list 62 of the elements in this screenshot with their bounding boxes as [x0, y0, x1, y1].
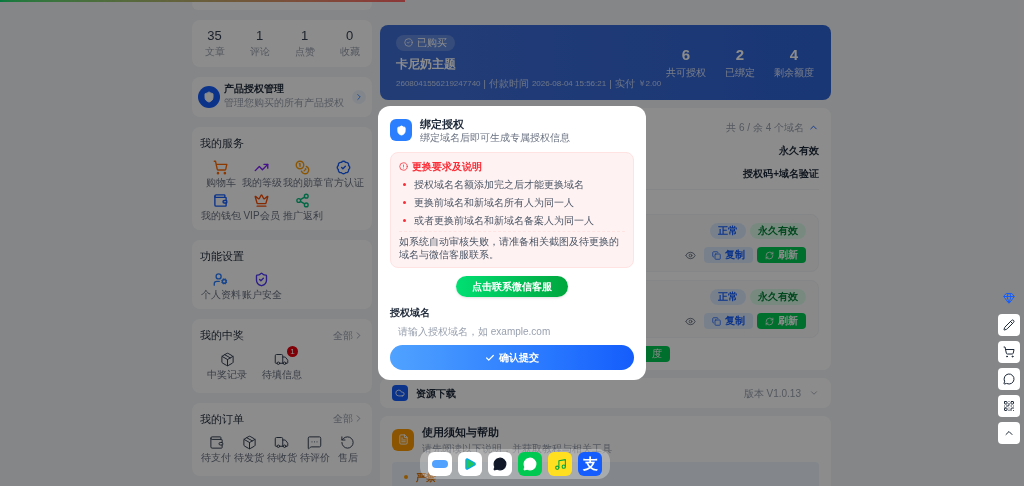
stat-value: 0	[345, 28, 354, 44]
stat-value: 1	[300, 28, 309, 44]
submit-button[interactable]: 确认提交	[390, 345, 634, 370]
status-tag: 永久有效	[750, 289, 806, 305]
menu-item[interactable]: 推广返利	[282, 192, 323, 222]
separator: |	[609, 77, 612, 90]
stat-value: 6	[681, 45, 691, 65]
app-icon[interactable]: 支	[578, 452, 602, 476]
dialog-subtitle: 绑定域名后即可生成专属授权信息	[420, 132, 570, 144]
menu-item[interactable]: 我的钱包	[200, 192, 241, 222]
notice-title: 更换要求及说明	[412, 160, 482, 174]
rule-text: 或者更换前域名和新域名备案人为同一人	[414, 214, 594, 228]
card-title: 产品授权管理	[224, 83, 285, 95]
note-text: 如系统自动审核失败，请准备相关截图及待更换的域名与微信客服联系。	[399, 235, 620, 261]
order-meta: ￥2.00	[637, 77, 662, 90]
separator: |	[483, 77, 486, 90]
status-tag: 永久有效	[750, 223, 806, 239]
menu-item[interactable]: 待支付	[201, 435, 232, 464]
contact-button[interactable]: 点击联系微信客服	[456, 276, 568, 297]
product-title: 卡尼奶主题	[396, 55, 457, 73]
refresh-button[interactable]: 刷新	[757, 247, 806, 263]
menu-item[interactable]: 我的等级	[241, 159, 282, 189]
rule-text: 授权域名名额添加完之后才能更换域名	[414, 178, 584, 192]
menu-item[interactable]: 个人资料	[200, 272, 241, 301]
stat-value: 1	[255, 28, 264, 44]
order-meta: 2026-08-04 15:56:21	[531, 77, 607, 90]
menu-item[interactable]: 待发货	[234, 435, 265, 464]
menu-item[interactable]: 待评价	[299, 435, 330, 464]
copy-button[interactable]: 复制	[704, 247, 753, 263]
stat-value: 2	[735, 45, 745, 65]
domain-input[interactable]: 请输入授权域名，如 example.com	[390, 320, 634, 343]
field-label: 授权域名	[390, 306, 431, 320]
menu-item[interactable]: 中奖记录	[207, 351, 248, 381]
menu-item[interactable]: 售后	[337, 435, 358, 464]
section-title: 我的订单	[200, 411, 244, 427]
copy-button[interactable]: 复制	[704, 313, 753, 329]
stat-label: 已绑定	[725, 66, 755, 80]
section-title: 使用须知与帮助	[422, 425, 500, 440]
section-title: 我的服务	[200, 136, 244, 151]
stat-value: 4	[789, 45, 799, 65]
info-value: 授权码+域名验证	[743, 167, 819, 181]
refresh-button[interactable]: 刷新	[757, 313, 806, 329]
menu-item[interactable]: 账户安全	[241, 272, 282, 301]
dialog-title: 绑定授权	[420, 117, 465, 132]
order-meta: 实付	[614, 76, 635, 91]
menu-item[interactable]: 待收货	[267, 435, 297, 464]
menu-item[interactable]: 购物车	[205, 159, 236, 189]
count-badge: 1	[287, 345, 298, 357]
stat-label: 共可授权	[666, 66, 706, 80]
menu-item[interactable]: 官方认证	[323, 159, 364, 189]
rule-text: 更换前域名和新域名所有人为同一人	[414, 196, 574, 210]
menu-item[interactable]: VIP会员	[243, 192, 280, 222]
info-value: 永久有效	[779, 144, 819, 158]
section-title: 资源下载	[416, 386, 457, 401]
stat-value: 35	[207, 28, 222, 44]
menu-item[interactable]: 我的勋章	[282, 159, 323, 189]
status-tag: 正常	[710, 289, 746, 305]
status-tag: 正常	[710, 223, 746, 239]
order-meta: 2608041556219247740	[396, 77, 481, 90]
section-title: 我的中奖	[200, 328, 244, 343]
stat-label: 剩余额度	[774, 66, 814, 80]
section-title: 功能设置	[200, 248, 244, 264]
